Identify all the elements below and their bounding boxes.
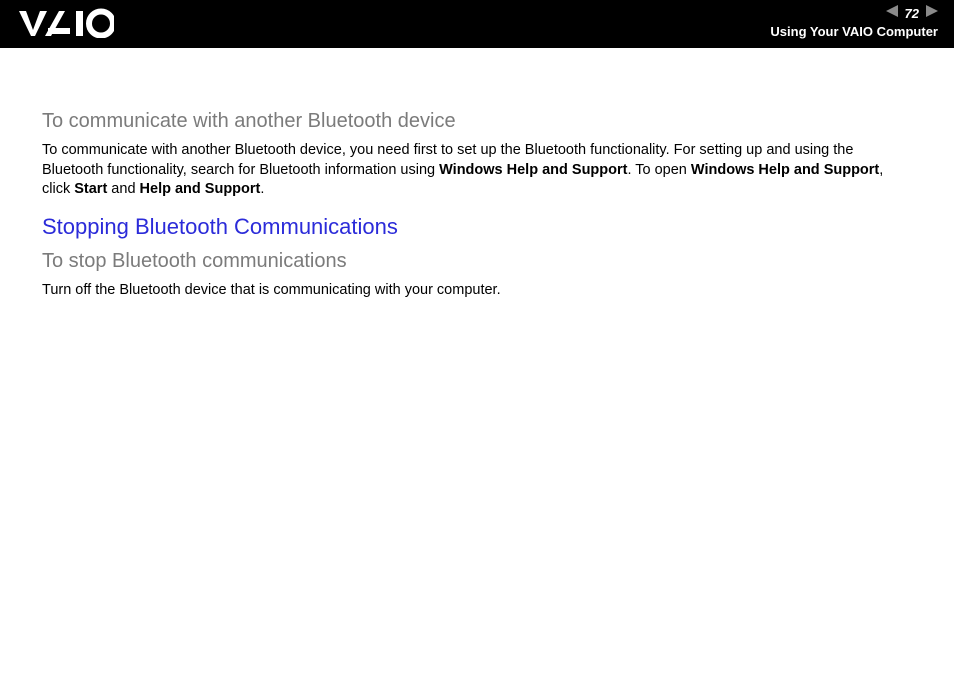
heading-stopping: Stopping Bluetooth Communications [42,214,908,240]
page-content: To communicate with another Bluetooth de… [0,48,954,300]
next-page-arrow-icon[interactable] [924,4,938,22]
bold-text: Help and Support [140,181,261,197]
text: . [260,181,264,197]
subheading-communicate: To communicate with another Bluetooth de… [42,110,908,133]
prev-page-arrow-icon[interactable] [886,4,900,22]
section-title: Using Your VAIO Computer [770,24,938,39]
vaio-logo [18,8,114,43]
page-header: 72 Using Your VAIO Computer [0,0,954,48]
bold-text: Windows Help and Support [691,162,879,178]
bold-text: Windows Help and Support [439,162,627,178]
paragraph-communicate: To communicate with another Bluetooth de… [42,141,908,200]
header-nav: 72 Using Your VAIO Computer [770,4,938,39]
bold-text: Start [74,181,107,197]
text: and [107,181,139,197]
text: . To open [627,162,690,178]
subheading-stop: To stop Bluetooth communications [42,250,908,273]
paragraph-stop: Turn off the Bluetooth device that is co… [42,281,908,301]
page-number: 72 [902,6,922,21]
